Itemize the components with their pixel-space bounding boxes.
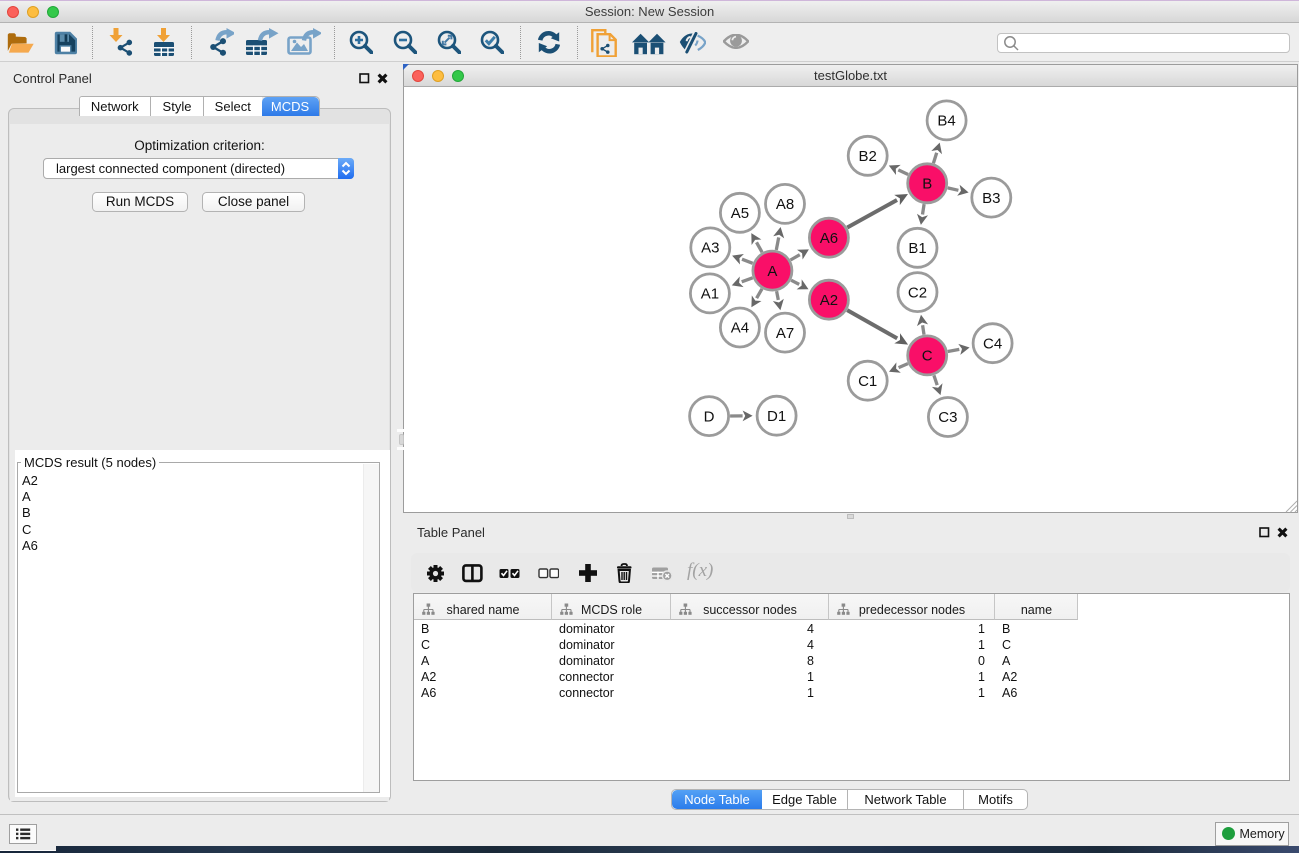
svg-text:C: C (922, 348, 933, 365)
svg-text:D1: D1 (767, 408, 786, 425)
svg-text:C4: C4 (983, 335, 1002, 352)
svg-text:C3: C3 (938, 409, 957, 426)
svg-text:D: D (704, 408, 715, 425)
svg-text:A1: A1 (701, 286, 719, 303)
svg-text:C2: C2 (908, 284, 927, 301)
svg-text:A3: A3 (701, 240, 719, 257)
svg-text:A2: A2 (820, 292, 838, 309)
svg-text:B2: B2 (859, 148, 877, 165)
svg-text:A6: A6 (820, 230, 838, 247)
svg-text:B4: B4 (937, 113, 955, 130)
svg-text:A7: A7 (776, 325, 794, 342)
svg-text:A5: A5 (731, 205, 749, 222)
svg-text:B1: B1 (908, 240, 926, 257)
svg-text:B3: B3 (982, 190, 1000, 207)
svg-text:A8: A8 (776, 196, 794, 213)
svg-text:C1: C1 (858, 373, 877, 390)
svg-text:A4: A4 (731, 320, 749, 337)
svg-text:A: A (767, 263, 777, 280)
svg-text:B: B (922, 176, 932, 193)
